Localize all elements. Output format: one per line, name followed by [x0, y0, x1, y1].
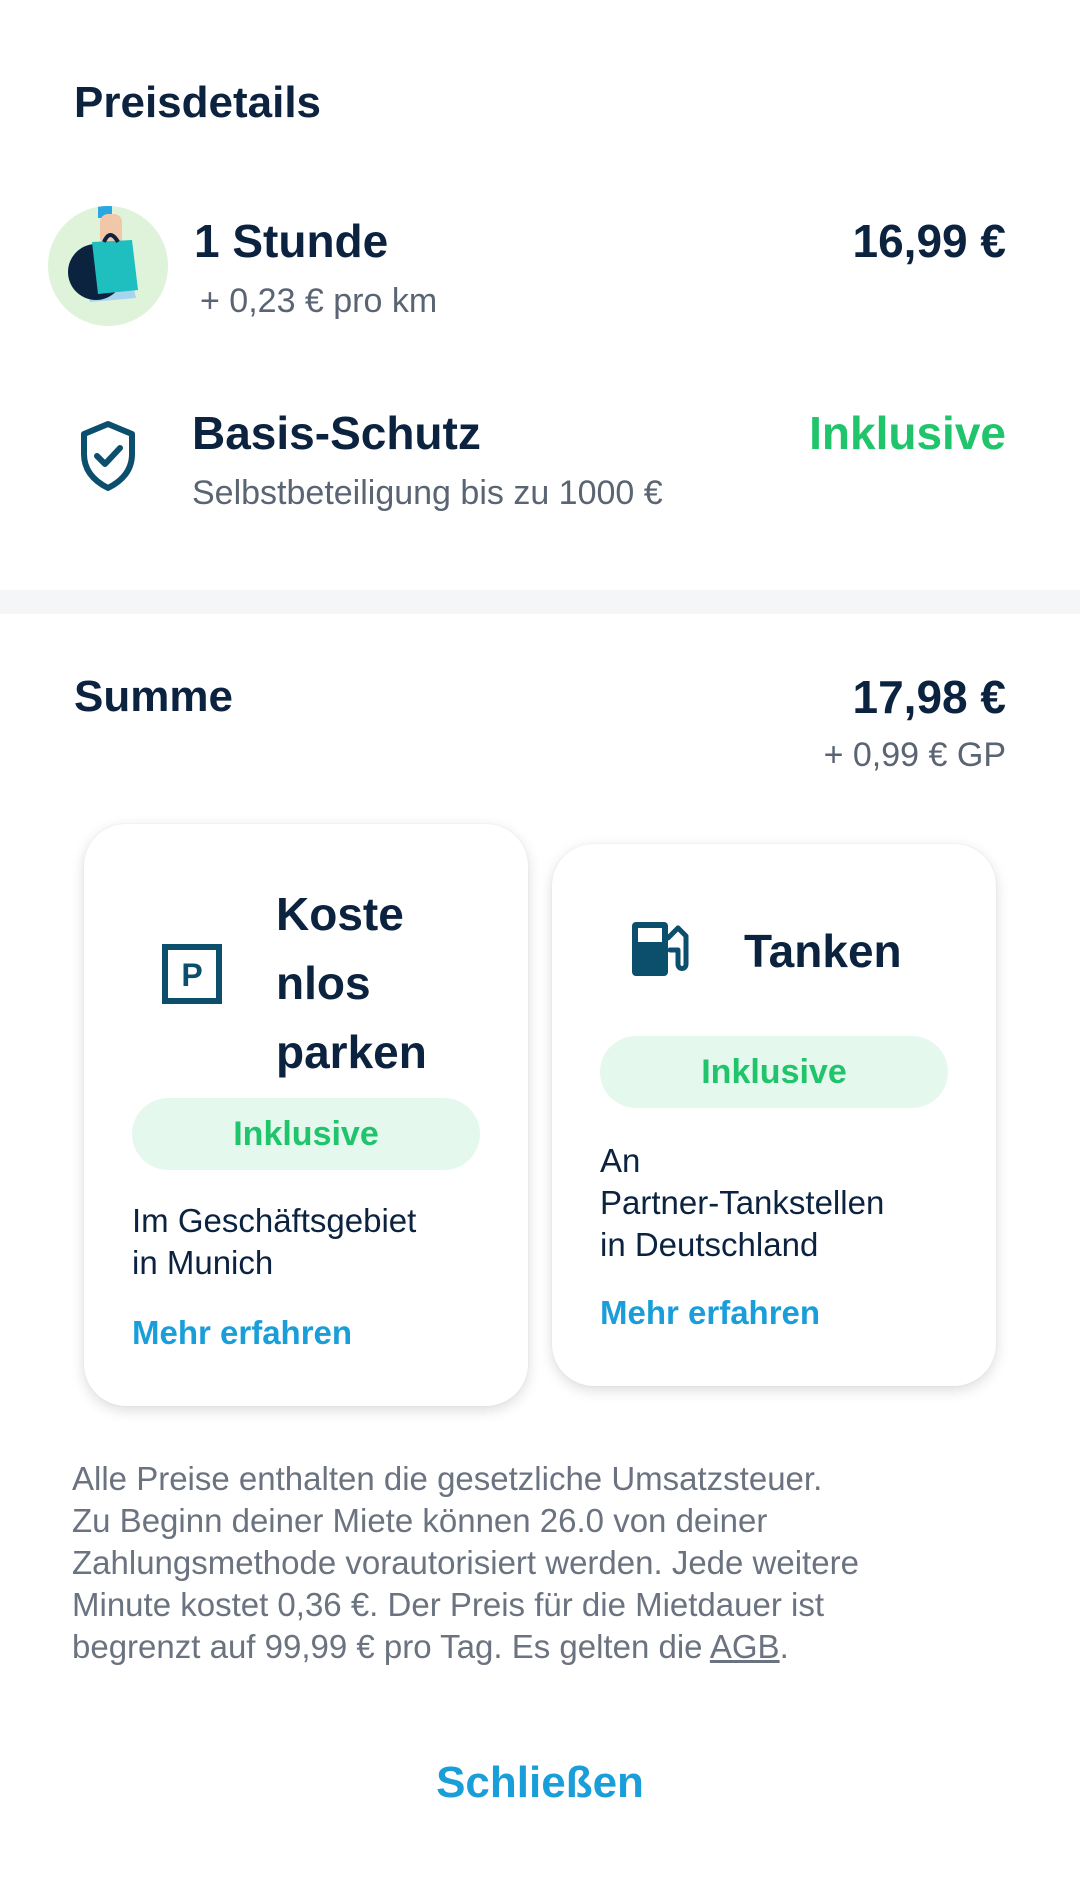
parking-title: Koste nlos parken — [276, 880, 427, 1087]
parking-learn-more-link[interactable]: Mehr erfahren — [132, 1314, 352, 1352]
section-divider — [0, 590, 1080, 614]
protection-title: Basis-Schutz — [192, 407, 481, 459]
parking-title-line: Koste — [276, 888, 404, 940]
rental-per-km: + 0,23 € pro km — [200, 282, 438, 320]
parking-title-line: nlos — [276, 957, 371, 1009]
fuel-learn-more-link[interactable]: Mehr erfahren — [600, 1294, 820, 1332]
parking-included-badge: Inklusive — [132, 1098, 480, 1170]
svg-text:P: P — [181, 957, 202, 993]
total-label: Summe — [74, 672, 233, 721]
fuel-description-line: Partner-Tankstellen — [600, 1184, 885, 1221]
footnote-line: Minute kostet 0,36 €. Der Preis für die … — [72, 1586, 825, 1623]
parking-card: P Koste nlos parken Inklusive Im Geschäf… — [84, 824, 528, 1406]
fuel-description-line: in Deutschland — [600, 1226, 819, 1263]
parking-description: Im Geschäftsgebiet in Munich — [132, 1200, 416, 1284]
agb-link[interactable]: AGB — [710, 1628, 780, 1665]
close-button[interactable]: Schließen — [340, 1748, 740, 1818]
fuel-description-line: An — [600, 1142, 641, 1179]
footnote-text: . — [779, 1628, 789, 1665]
parking-description-line: in Munich — [132, 1244, 274, 1281]
parking-description-line: Im Geschäftsgebiet — [132, 1202, 417, 1239]
total-amount: 17,98 € — [852, 671, 1006, 723]
fuel-pump-icon — [630, 920, 696, 978]
footnote-line: begrenzt auf 99,99 € pro Tag. Es gelten … — [72, 1626, 972, 1668]
protection-price: Inklusive — [809, 407, 1006, 459]
footnote-line: Zahlungsmethode vorautorisiert werden. J… — [72, 1544, 859, 1581]
fuel-description: An Partner-Tankstellen in Deutschland — [600, 1140, 884, 1266]
fuel-card: Tanken Inklusive An Partner-Tankstellen … — [552, 844, 996, 1386]
footnote-line: Zu Beginn deiner Miete können 26.0 von d… — [72, 1502, 768, 1539]
total-service-fee: + 0,99 € GP — [823, 736, 1006, 774]
footnote-line: Alle Preise enthalten die gesetzliche Um… — [72, 1460, 823, 1497]
price-footnote: Alle Preise enthalten die gesetzliche Um… — [72, 1458, 972, 1668]
fuel-included-badge: Inklusive — [600, 1036, 948, 1108]
shield-check-icon — [78, 420, 138, 492]
fuel-title: Tanken — [744, 925, 902, 977]
rental-title: 1 Stunde — [194, 215, 389, 267]
parking-title-line: parken — [276, 1026, 427, 1078]
parking-icon: P — [162, 944, 222, 1004]
footnote-text: begrenzt auf 99,99 € pro Tag. Es gelten … — [72, 1628, 710, 1665]
protection-subtitle: Selbstbeteiligung bis zu 1000 € — [192, 474, 663, 512]
shopping-bag-icon — [48, 206, 168, 326]
rental-price: 16,99 € — [852, 215, 1006, 267]
page-title: Preisdetails — [74, 78, 322, 127]
